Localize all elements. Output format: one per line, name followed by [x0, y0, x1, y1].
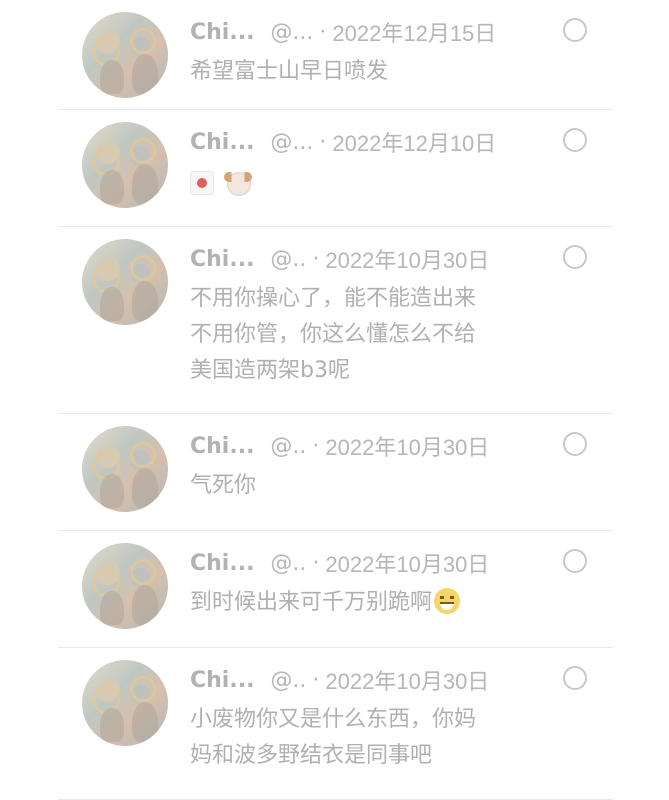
user-name[interactable]: Chi... — [190, 434, 254, 459]
circle-outline-icon[interactable] — [563, 666, 587, 690]
user-name[interactable]: Chi... — [190, 551, 254, 576]
user-handle[interactable]: @.. — [270, 668, 306, 693]
dog-face-icon — [224, 170, 252, 196]
emoji-row — [190, 170, 252, 196]
user-handle[interactable]: @.. — [270, 434, 306, 459]
separator-dot: · — [319, 19, 327, 45]
post-meta: Chi... @.. · 2022年10月30日 — [190, 428, 489, 464]
japan-flag-icon — [190, 171, 214, 195]
post-text: 到时候出来可千万别跪啊 — [190, 590, 433, 615]
circle-outline-icon[interactable] — [563, 549, 587, 573]
grinning-face-icon — [434, 588, 461, 614]
post-meta: Chi... @.. · 2022年10月30日 — [190, 545, 489, 581]
post-meta: Chi... @... · 2022年12月10日 — [190, 124, 496, 160]
reply-feed: Chi... @... · 2022年12月15日 希望富士山早日喷发 Chi.… — [0, 0, 669, 800]
user-handle[interactable]: @... — [270, 130, 313, 155]
post-3[interactable]: Chi... @.. · 2022年10月30日 不用你操心了，能不能造出来 不… — [58, 227, 613, 414]
user-handle[interactable]: @.. — [270, 551, 306, 576]
post-meta: Chi... @.. · 2022年10月30日 — [190, 241, 489, 277]
post-date[interactable]: 2022年12月10日 — [332, 126, 496, 158]
post-text: 不用你操心了，能不能造出来 不用你管，你这么懂怎么不给 美国造两架b3呢 — [190, 286, 477, 383]
user-name[interactable]: Chi... — [190, 20, 254, 45]
post-text: 希望富士山早日喷发 — [190, 59, 389, 84]
circle-outline-icon[interactable] — [563, 245, 587, 269]
post-date[interactable]: 2022年10月30日 — [325, 664, 489, 696]
separator-dot: · — [319, 129, 327, 155]
post-text-wrap: 到时候出来可千万别跪啊 — [190, 585, 540, 621]
post-5[interactable]: Chi... @.. · 2022年10月30日 到时候出来可千万别跪啊 — [58, 531, 613, 648]
post-text: 小废物你又是什么东西，你妈 妈和波多野结衣是同事吧 — [190, 707, 477, 768]
post-text: 气死你 — [190, 473, 257, 498]
separator-dot: · — [312, 433, 320, 459]
avatar[interactable] — [82, 660, 168, 746]
post-meta: Chi... @.. · 2022年10月30日 — [190, 662, 489, 698]
circle-outline-icon[interactable] — [563, 432, 587, 456]
post-date[interactable]: 2022年12月15日 — [332, 16, 496, 48]
circle-outline-icon[interactable] — [563, 128, 587, 152]
post-date[interactable]: 2022年10月30日 — [325, 547, 489, 579]
separator-dot: · — [312, 667, 320, 693]
separator-dot: · — [312, 550, 320, 576]
avatar[interactable] — [82, 122, 168, 208]
post-meta: Chi... @... · 2022年12月15日 — [190, 14, 496, 50]
user-handle[interactable]: @.. — [270, 247, 306, 272]
post-4[interactable]: Chi... @.. · 2022年10月30日 气死你 — [58, 414, 613, 531]
post-6[interactable]: Chi... @.. · 2022年10月30日 小废物你又是什么东西，你妈 妈… — [58, 648, 613, 800]
avatar[interactable] — [82, 426, 168, 512]
avatar[interactable] — [82, 543, 168, 629]
user-handle[interactable]: @... — [270, 20, 313, 45]
avatar[interactable] — [82, 239, 168, 325]
user-name[interactable]: Chi... — [190, 668, 254, 693]
post-2[interactable]: Chi... @... · 2022年12月10日 — [58, 110, 613, 227]
circle-outline-icon[interactable] — [563, 18, 587, 42]
post-date[interactable]: 2022年10月30日 — [325, 243, 489, 275]
user-name[interactable]: Chi... — [190, 247, 254, 272]
post-1[interactable]: Chi... @... · 2022年12月15日 希望富士山早日喷发 — [58, 0, 613, 110]
separator-dot: · — [312, 246, 320, 272]
post-date[interactable]: 2022年10月30日 — [325, 430, 489, 462]
avatar[interactable] — [82, 12, 168, 98]
user-name[interactable]: Chi... — [190, 130, 254, 155]
